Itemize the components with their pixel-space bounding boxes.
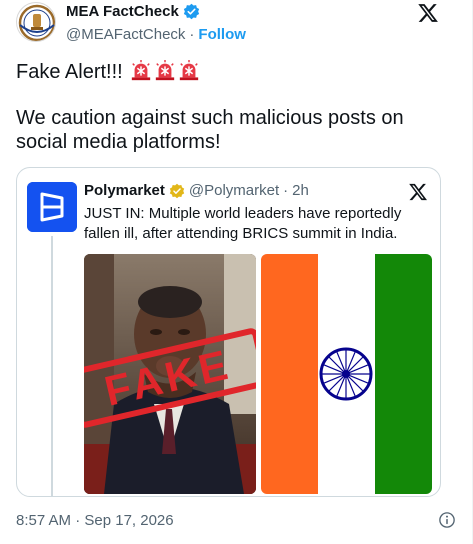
quoted-avatar[interactable]	[27, 182, 77, 232]
quoted-author-name[interactable]: Polymarket	[84, 182, 165, 199]
thread-line	[51, 236, 53, 496]
siren-icon	[132, 60, 151, 81]
ashoka-chakra-icon	[319, 347, 373, 401]
post-line-2: We caution against such malicious posts …	[16, 107, 404, 153]
post-line-1-text: Fake Alert!!!	[16, 61, 123, 83]
follow-button[interactable]: Follow	[198, 26, 246, 43]
quoted-header: Polymarket @Polymarket · 2h	[84, 182, 309, 199]
timestamp[interactable]: 8:57 AM · Sep 17, 2026	[16, 512, 174, 529]
author-name-row: MEA FactCheck	[66, 3, 200, 20]
author-handle[interactable]: @MEAFactCheck	[66, 26, 185, 43]
author-handle-row: @MEAFactCheck · Follow	[66, 26, 246, 43]
quoted-separator: ·	[283, 182, 289, 199]
quoted-image-flag[interactable]	[261, 254, 432, 494]
post-body: Fake Alert!!! We caution against such ma…	[16, 60, 456, 154]
x-logo-icon[interactable]	[417, 2, 439, 24]
quoted-text: JUST IN: Multiple world leaders have rep…	[84, 205, 402, 242]
quoted-image-person[interactable]: FAKE	[84, 254, 256, 494]
tweet-card: MEA FactCheck @MEAFactCheck · Follow Fak…	[0, 0, 473, 544]
tweet-footer: 8:57 AM · Sep 17, 2026	[16, 511, 456, 529]
info-icon[interactable]	[438, 511, 456, 529]
siren-icon	[180, 60, 199, 81]
siren-icon	[156, 60, 175, 81]
india-flag-image	[261, 254, 432, 494]
post-line-1: Fake Alert!!!	[16, 60, 456, 84]
mea-emblem-icon	[18, 4, 55, 41]
quoted-handle[interactable]: @Polymarket	[189, 182, 279, 199]
author-name[interactable]: MEA FactCheck	[66, 3, 179, 20]
gold-check-icon	[169, 183, 185, 198]
verified-badge-icon	[183, 3, 199, 20]
quoted-tweet[interactable]: Polymarket @Polymarket · 2h JUST IN: Mul…	[16, 167, 441, 497]
author-avatar[interactable]	[16, 2, 56, 42]
x-logo-icon	[409, 183, 427, 201]
quoted-time[interactable]: 2h	[292, 182, 309, 199]
polymarket-logo-icon	[27, 182, 77, 232]
handle-separator: ·	[189, 26, 195, 43]
